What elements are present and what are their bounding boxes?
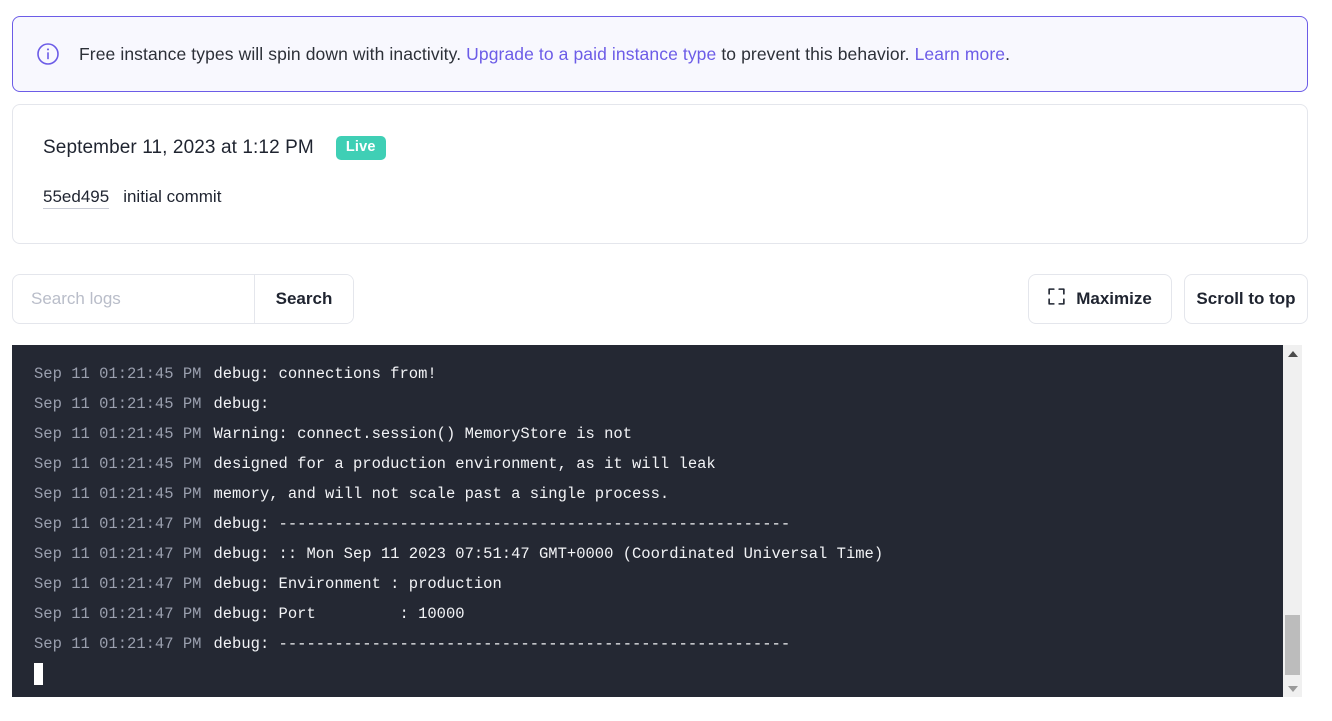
log-timestamp: Sep 11 01:21:47 PM — [34, 545, 202, 563]
log-message: designed for a production environment, a… — [213, 455, 716, 473]
log-line: Sep 11 01:21:45 PM memory, and will not s… — [12, 479, 1283, 509]
deploy-header-row: September 11, 2023 at 1:12 PM Live — [43, 135, 1277, 161]
log-line: Sep 11 01:21:47 PM debug: :: Mon Sep 11 2… — [12, 539, 1283, 569]
log-line: Sep 11 01:21:45 PM designed for a product… — [12, 449, 1283, 479]
status-badge: Live — [335, 136, 386, 160]
search-button[interactable]: Search — [254, 275, 353, 323]
log-message: debug: — [213, 395, 270, 413]
log-timestamp: Sep 11 01:21:45 PM — [34, 485, 202, 503]
scroll-down-arrow-icon[interactable] — [1283, 680, 1302, 697]
log-message: Warning: connect.session() MemoryStore i… — [213, 425, 633, 443]
maximize-button[interactable]: Maximize — [1028, 274, 1172, 324]
log-timestamp: Sep 11 01:21:45 PM — [34, 395, 202, 413]
log-message: debug: :: Mon Sep 11 2023 07:51:47 GMT+0… — [213, 545, 884, 563]
banner-text-middle: to prevent this behavior. — [721, 44, 910, 64]
log-timestamp: Sep 11 01:21:47 PM — [34, 515, 202, 533]
log-timestamp: Sep 11 01:21:45 PM — [34, 365, 202, 383]
log-line: Sep 11 01:21:47 PM debug: ---------------… — [12, 629, 1283, 659]
console-scrollbar[interactable] — [1283, 345, 1302, 697]
toolbar-actions: Maximize Scroll to top — [1028, 274, 1308, 324]
free-instance-notice-banner: Free instance types will spin down with … — [12, 16, 1308, 92]
log-timestamp: Sep 11 01:21:47 PM — [34, 635, 202, 653]
maximize-label: Maximize — [1076, 289, 1152, 308]
log-line: Sep 11 01:21:45 PM debug: connections fro… — [12, 359, 1283, 389]
log-timestamp: Sep 11 01:21:47 PM — [34, 575, 202, 593]
logs-page: Free instance types will spin down with … — [0, 0, 1332, 721]
log-message: debug: Port : 10000 — [213, 605, 465, 623]
block-cursor-icon — [34, 663, 43, 685]
commit-hash-link[interactable]: 55ed495 — [43, 187, 110, 209]
banner-text-after: . — [1005, 44, 1011, 64]
learn-more-link[interactable]: Learn more — [915, 44, 1006, 64]
info-circle-icon — [35, 41, 61, 67]
log-output[interactable]: Sep 11 01:21:45 PM debug: connections fro… — [12, 345, 1283, 697]
search-group: Search — [12, 274, 354, 324]
scroll-to-top-button[interactable]: Scroll to top — [1184, 274, 1308, 324]
console-cursor-line — [12, 659, 1283, 689]
scrollbar-thumb[interactable] — [1285, 615, 1300, 675]
scroll-up-arrow-icon[interactable] — [1283, 345, 1302, 362]
banner-text-before: Free instance types will spin down with … — [79, 44, 462, 64]
log-message: debug: Environment : production — [213, 575, 502, 593]
log-line: Sep 11 01:21:47 PM debug: ---------------… — [12, 509, 1283, 539]
scrollbar-track[interactable] — [1283, 362, 1302, 680]
upgrade-instance-link[interactable]: Upgrade to a paid instance type — [466, 44, 716, 64]
commit-message: initial commit — [123, 187, 222, 206]
log-console: Sep 11 01:21:45 PM debug: connections fro… — [12, 345, 1302, 697]
log-message: memory, and will not scale past a single… — [213, 485, 670, 503]
log-line: Sep 11 01:21:47 PM debug: Environment : p… — [12, 569, 1283, 599]
deploy-commit-row: 55ed495 initial commit — [43, 187, 1277, 209]
deploy-summary-card: September 11, 2023 at 1:12 PM Live 55ed4… — [12, 104, 1308, 244]
log-line: Sep 11 01:21:47 PM debug: Port : 10000 — [12, 599, 1283, 629]
log-line: Sep 11 01:21:45 PM debug: — [12, 389, 1283, 419]
deploy-timestamp: September 11, 2023 at 1:12 PM — [43, 137, 314, 158]
log-timestamp: Sep 11 01:21:47 PM — [34, 605, 202, 623]
search-input[interactable] — [13, 275, 254, 323]
log-message: debug: connections from! — [213, 365, 437, 383]
log-message: debug: ---------------------------------… — [213, 635, 791, 653]
log-timestamp: Sep 11 01:21:45 PM — [34, 455, 202, 473]
log-message: debug: ---------------------------------… — [213, 515, 791, 533]
log-timestamp: Sep 11 01:21:45 PM — [34, 425, 202, 443]
log-line: Sep 11 01:21:45 PM Warning: connect.sessi… — [12, 419, 1283, 449]
expand-corners-icon — [1048, 288, 1065, 310]
logs-toolbar: Search Maximize Scroll to top — [12, 274, 1308, 324]
banner-message: Free instance types will spin down with … — [79, 42, 1010, 66]
